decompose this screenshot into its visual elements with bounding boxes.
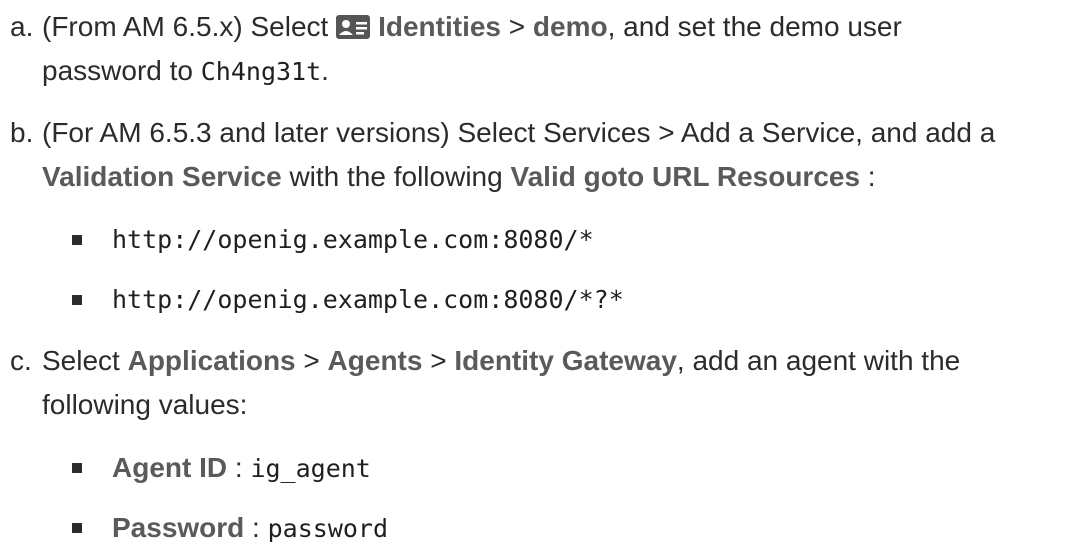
url-code: http://openig.example.com:8080/*: [112, 225, 594, 254]
password-value: password: [267, 514, 389, 543]
identities-label: Identities: [378, 11, 501, 42]
url-list-item: http://openig.example.com:8080/*: [0, 218, 1081, 262]
id-card-icon: [336, 15, 371, 39]
bullet-icon: [72, 523, 82, 533]
bullet-icon: [72, 463, 82, 473]
item-c-text: Select Applications > Agents > Identity …: [42, 345, 961, 420]
agent-id-value: ig_agent: [250, 454, 371, 483]
list-marker: b.: [10, 117, 34, 148]
item-b-text: (For AM 6.5.3 and later versions) Select…: [42, 117, 996, 192]
bullet-icon: [72, 295, 82, 305]
valid-goto-label: Valid goto URL Resources: [510, 161, 861, 192]
agent-value-item: Password : password: [0, 506, 1081, 543]
url-code: http://openig.example.com:8080/*?*: [112, 285, 624, 314]
applications-label: Applications: [127, 345, 296, 376]
identity-gateway-label: Identity Gateway: [454, 345, 677, 376]
list-marker: a.: [10, 11, 34, 42]
agents-label: Agents: [327, 345, 423, 376]
agent-value-item: Agent ID : ig_agent: [0, 446, 1081, 490]
list-marker: c.: [10, 345, 32, 376]
password-label: Password: [112, 512, 245, 543]
item-a-text: (From AM 6.5.x) Select Identities > demo…: [42, 11, 902, 86]
validation-service-label: Validation Service: [42, 161, 282, 192]
password-code: Ch4ng31t: [200, 57, 322, 86]
demo-label: demo: [532, 11, 608, 42]
bullet-icon: [72, 235, 82, 245]
agent-id-label: Agent ID: [112, 452, 228, 483]
url-list-item: http://openig.example.com:8080/*?*: [0, 278, 1081, 322]
